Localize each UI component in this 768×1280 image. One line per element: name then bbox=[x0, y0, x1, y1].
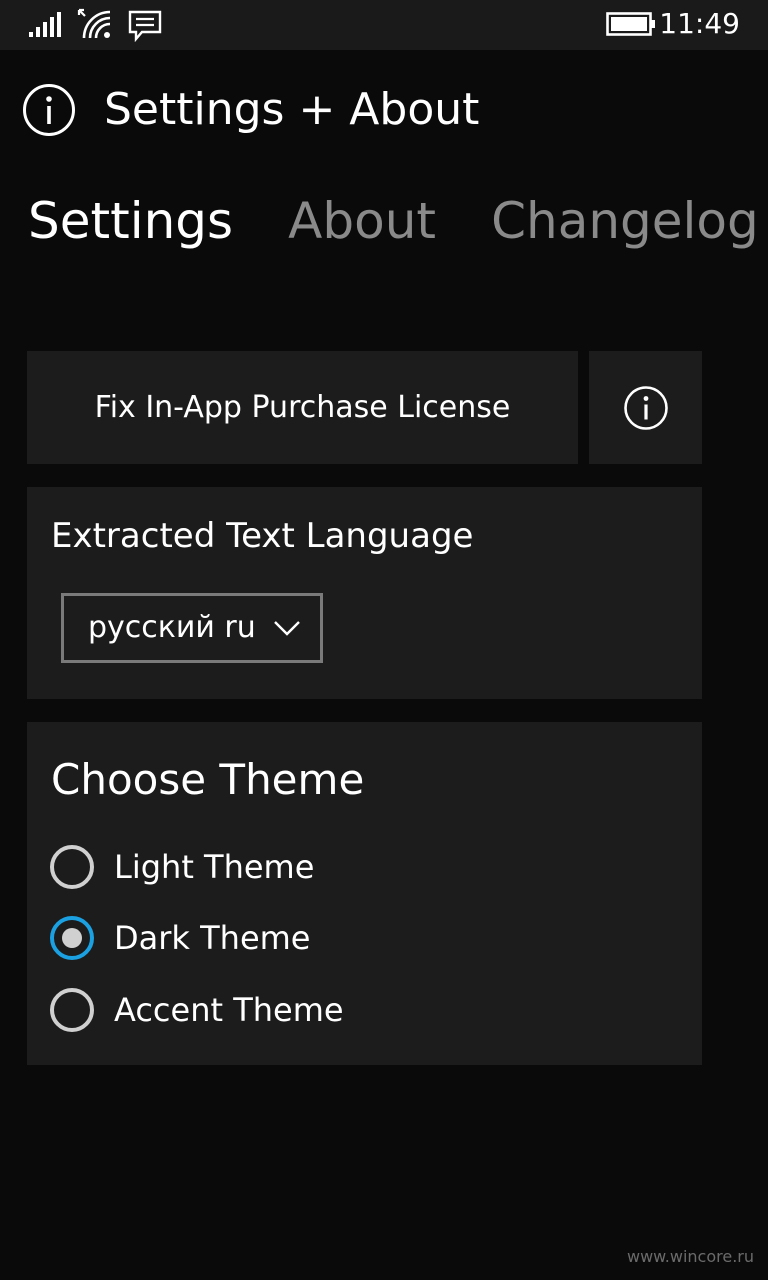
fix-purchase-license-button[interactable]: Fix In-App Purchase License bbox=[27, 351, 578, 464]
theme-heading: Choose Theme bbox=[51, 755, 365, 804]
radio-label: Accent Theme bbox=[114, 991, 344, 1029]
wifi-icon bbox=[77, 8, 111, 39]
info-icon bbox=[623, 385, 668, 430]
theme-card: Choose Theme Light Theme Dark Theme Acce… bbox=[27, 722, 702, 1065]
battery-icon bbox=[606, 12, 655, 36]
language-dropdown[interactable]: русский ru bbox=[61, 593, 323, 663]
chevron-down-icon bbox=[274, 621, 300, 636]
watermark: www.wincore.ru bbox=[626, 1247, 754, 1266]
radio-accent-theme[interactable]: Accent Theme bbox=[49, 985, 344, 1035]
radio-label: Light Theme bbox=[114, 848, 315, 886]
tab-about[interactable]: About bbox=[288, 188, 436, 254]
radio-light-theme[interactable]: Light Theme bbox=[49, 842, 314, 892]
fix-purchase-license-label: Fix In-App Purchase License bbox=[94, 390, 511, 425]
radio-unchecked-icon[interactable] bbox=[49, 844, 95, 890]
status-clock: 11:49 bbox=[659, 7, 740, 40]
radio-checked-icon[interactable] bbox=[49, 915, 95, 961]
radio-dark-theme[interactable]: Dark Theme bbox=[49, 913, 310, 963]
app-screen: 11:49 Settings + About Settings About Ch… bbox=[0, 0, 768, 1280]
radio-label: Dark Theme bbox=[114, 919, 311, 957]
radio-unchecked-icon[interactable] bbox=[49, 987, 95, 1033]
signal-icon bbox=[29, 12, 61, 37]
app-header: Settings + About bbox=[0, 50, 768, 180]
license-info-button[interactable] bbox=[589, 351, 702, 464]
language-card: Extracted Text Language русский ru bbox=[27, 487, 702, 699]
info-icon bbox=[23, 84, 75, 136]
page-title: Settings + About bbox=[104, 84, 480, 135]
pivot-tabs: Settings About Changelog bbox=[28, 188, 768, 258]
tab-settings[interactable]: Settings bbox=[28, 188, 233, 254]
language-heading: Extracted Text Language bbox=[51, 516, 474, 556]
status-bar: 11:49 bbox=[0, 0, 768, 50]
message-icon bbox=[128, 10, 162, 42]
language-dropdown-value: русский ru bbox=[88, 610, 256, 645]
tab-changelog[interactable]: Changelog bbox=[491, 188, 759, 254]
